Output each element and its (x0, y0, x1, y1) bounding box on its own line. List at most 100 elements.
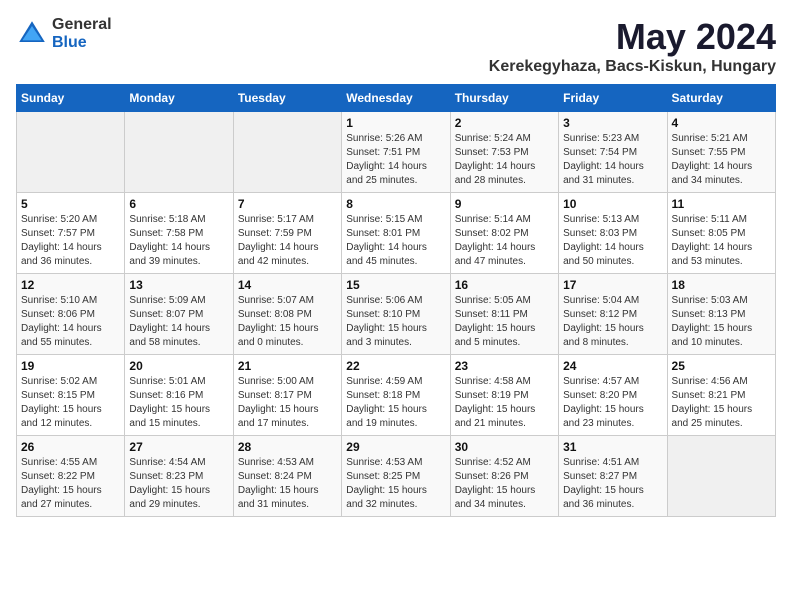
day-cell: 17Sunrise: 5:04 AMSunset: 8:12 PMDayligh… (559, 274, 667, 355)
calendar-table: SundayMondayTuesdayWednesdayThursdayFrid… (16, 84, 776, 517)
day-number: 13 (129, 278, 228, 292)
day-info: Sunrise: 5:05 AMSunset: 8:11 PMDaylight:… (455, 294, 554, 350)
day-cell: 29Sunrise: 4:53 AMSunset: 8:25 PMDayligh… (342, 436, 450, 517)
day-number: 26 (21, 440, 120, 454)
day-number: 28 (238, 440, 337, 454)
day-cell: 11Sunrise: 5:11 AMSunset: 8:05 PMDayligh… (667, 193, 775, 274)
day-cell: 7 Sunrise: 5:17 AMSunset: 7:59 PMDaylight… (233, 193, 341, 274)
day-info: Sunrise: 5:20 AMSunset: 7:57 PMDaylight:… (21, 213, 120, 269)
day-number: 2 (455, 116, 554, 130)
day-cell: 12 Sunrise: 5:10 AMSunset: 8:06 PMDayligh… (17, 274, 125, 355)
title-block: May 2024 Kerekegyhaza, Bacs-Kiskun, Hung… (489, 16, 776, 76)
day-info: Sunrise: 4:57 AMSunset: 8:20 PMDaylight:… (563, 375, 662, 431)
week-row-4: 19 Sunrise: 5:02 AMSunset: 8:15 PMDayligh… (17, 355, 776, 436)
day-cell: 3 Sunrise: 5:23 AMSunset: 7:54 PMDaylight… (559, 112, 667, 193)
logo-general: General (52, 16, 112, 34)
day-info: Sunrise: 4:55 AMSunset: 8:22 PMDaylight:… (21, 456, 120, 512)
day-number: 14 (238, 278, 337, 292)
day-number: 1 (346, 116, 445, 130)
day-number: 7 (238, 197, 337, 211)
day-cell: 5 Sunrise: 5:20 AMSunset: 7:57 PMDaylight… (17, 193, 125, 274)
day-cell: 24 Sunrise: 4:57 AMSunset: 8:20 PMDayligh… (559, 355, 667, 436)
day-number: 6 (129, 197, 228, 211)
day-number: 17 (563, 278, 662, 292)
day-number: 23 (455, 359, 554, 373)
day-info: Sunrise: 5:17 AMSunset: 7:59 PMDaylight:… (238, 213, 337, 269)
day-info: Sunrise: 5:15 AMSunset: 8:01 PMDaylight:… (346, 213, 445, 269)
day-cell (667, 436, 775, 517)
day-number: 19 (21, 359, 120, 373)
day-info: Sunrise: 5:09 AMSunset: 8:07 PMDaylight:… (129, 294, 228, 350)
day-info: Sunrise: 5:24 AMSunset: 7:53 PMDaylight:… (455, 132, 554, 188)
day-number: 9 (455, 197, 554, 211)
day-number: 30 (455, 440, 554, 454)
day-cell: 22 Sunrise: 4:59 AMSunset: 8:18 PMDayligh… (342, 355, 450, 436)
logo-icon (16, 18, 48, 50)
day-cell: 10Sunrise: 5:13 AMSunset: 8:03 PMDayligh… (559, 193, 667, 274)
day-number: 4 (672, 116, 771, 130)
day-cell: 1 Sunrise: 5:26 AMSunset: 7:51 PMDaylight… (342, 112, 450, 193)
day-info: Sunrise: 5:14 AMSunset: 8:02 PMDaylight:… (455, 213, 554, 269)
column-header-monday: Monday (125, 85, 233, 112)
day-info: Sunrise: 5:07 AMSunset: 8:08 PMDaylight:… (238, 294, 337, 350)
day-cell: 18 Sunrise: 5:03 AMSunset: 8:13 PMDayligh… (667, 274, 775, 355)
day-number: 20 (129, 359, 228, 373)
day-info: Sunrise: 5:23 AMSunset: 7:54 PMDaylight:… (563, 132, 662, 188)
day-number: 25 (672, 359, 771, 373)
day-cell: 23Sunrise: 4:58 AMSunset: 8:19 PMDayligh… (450, 355, 558, 436)
column-header-tuesday: Tuesday (233, 85, 341, 112)
day-number: 27 (129, 440, 228, 454)
day-info: Sunrise: 5:02 AMSunset: 8:15 PMDaylight:… (21, 375, 120, 431)
day-number: 31 (563, 440, 662, 454)
day-info: Sunrise: 5:10 AMSunset: 8:06 PMDaylight:… (21, 294, 120, 350)
column-header-saturday: Saturday (667, 85, 775, 112)
day-number: 5 (21, 197, 120, 211)
calendar-title: May 2024 (489, 16, 776, 58)
day-cell: 19 Sunrise: 5:02 AMSunset: 8:15 PMDayligh… (17, 355, 125, 436)
logo-blue: Blue (52, 34, 112, 52)
day-cell: 30 Sunrise: 4:52 AMSunset: 8:26 PMDayligh… (450, 436, 558, 517)
day-cell: 20 Sunrise: 5:01 AMSunset: 8:16 PMDayligh… (125, 355, 233, 436)
day-number: 3 (563, 116, 662, 130)
day-cell (233, 112, 341, 193)
day-number: 24 (563, 359, 662, 373)
page-header: General Blue May 2024 Kerekegyhaza, Bacs… (16, 16, 776, 76)
day-cell (125, 112, 233, 193)
day-info: Sunrise: 5:03 AMSunset: 8:13 PMDaylight:… (672, 294, 771, 350)
day-info: Sunrise: 5:00 AMSunset: 8:17 PMDaylight:… (238, 375, 337, 431)
day-number: 12 (21, 278, 120, 292)
column-header-wednesday: Wednesday (342, 85, 450, 112)
day-cell: 28 Sunrise: 4:53 AMSunset: 8:24 PMDayligh… (233, 436, 341, 517)
day-cell: 14 Sunrise: 5:07 AMSunset: 8:08 PMDayligh… (233, 274, 341, 355)
week-row-5: 26 Sunrise: 4:55 AMSunset: 8:22 PMDayligh… (17, 436, 776, 517)
day-cell: 16 Sunrise: 5:05 AMSunset: 8:11 PMDayligh… (450, 274, 558, 355)
day-number: 15 (346, 278, 445, 292)
day-cell: 9 Sunrise: 5:14 AMSunset: 8:02 PMDaylight… (450, 193, 558, 274)
column-header-thursday: Thursday (450, 85, 558, 112)
column-header-friday: Friday (559, 85, 667, 112)
day-info: Sunrise: 5:01 AMSunset: 8:16 PMDaylight:… (129, 375, 228, 431)
day-info: Sunrise: 5:26 AMSunset: 7:51 PMDaylight:… (346, 132, 445, 188)
day-number: 8 (346, 197, 445, 211)
day-number: 16 (455, 278, 554, 292)
day-info: Sunrise: 4:59 AMSunset: 8:18 PMDaylight:… (346, 375, 445, 431)
day-cell: 27 Sunrise: 4:54 AMSunset: 8:23 PMDayligh… (125, 436, 233, 517)
week-row-2: 5 Sunrise: 5:20 AMSunset: 7:57 PMDaylight… (17, 193, 776, 274)
day-info: Sunrise: 4:53 AMSunset: 8:25 PMDaylight:… (346, 456, 445, 512)
day-info: Sunrise: 4:53 AMSunset: 8:24 PMDaylight:… (238, 456, 337, 512)
week-row-3: 12 Sunrise: 5:10 AMSunset: 8:06 PMDayligh… (17, 274, 776, 355)
day-cell: 26 Sunrise: 4:55 AMSunset: 8:22 PMDayligh… (17, 436, 125, 517)
day-info: Sunrise: 5:21 AMSunset: 7:55 PMDaylight:… (672, 132, 771, 188)
day-cell: 8 Sunrise: 5:15 AMSunset: 8:01 PMDaylight… (342, 193, 450, 274)
logo: General Blue (16, 16, 112, 51)
day-info: Sunrise: 5:06 AMSunset: 8:10 PMDaylight:… (346, 294, 445, 350)
day-cell: 6Sunrise: 5:18 AMSunset: 7:58 PMDaylight… (125, 193, 233, 274)
day-number: 18 (672, 278, 771, 292)
column-header-sunday: Sunday (17, 85, 125, 112)
day-cell: 31Sunrise: 4:51 AMSunset: 8:27 PMDayligh… (559, 436, 667, 517)
day-info: Sunrise: 4:54 AMSunset: 8:23 PMDaylight:… (129, 456, 228, 512)
day-number: 11 (672, 197, 771, 211)
day-number: 22 (346, 359, 445, 373)
day-number: 21 (238, 359, 337, 373)
day-info: Sunrise: 4:52 AMSunset: 8:26 PMDaylight:… (455, 456, 554, 512)
